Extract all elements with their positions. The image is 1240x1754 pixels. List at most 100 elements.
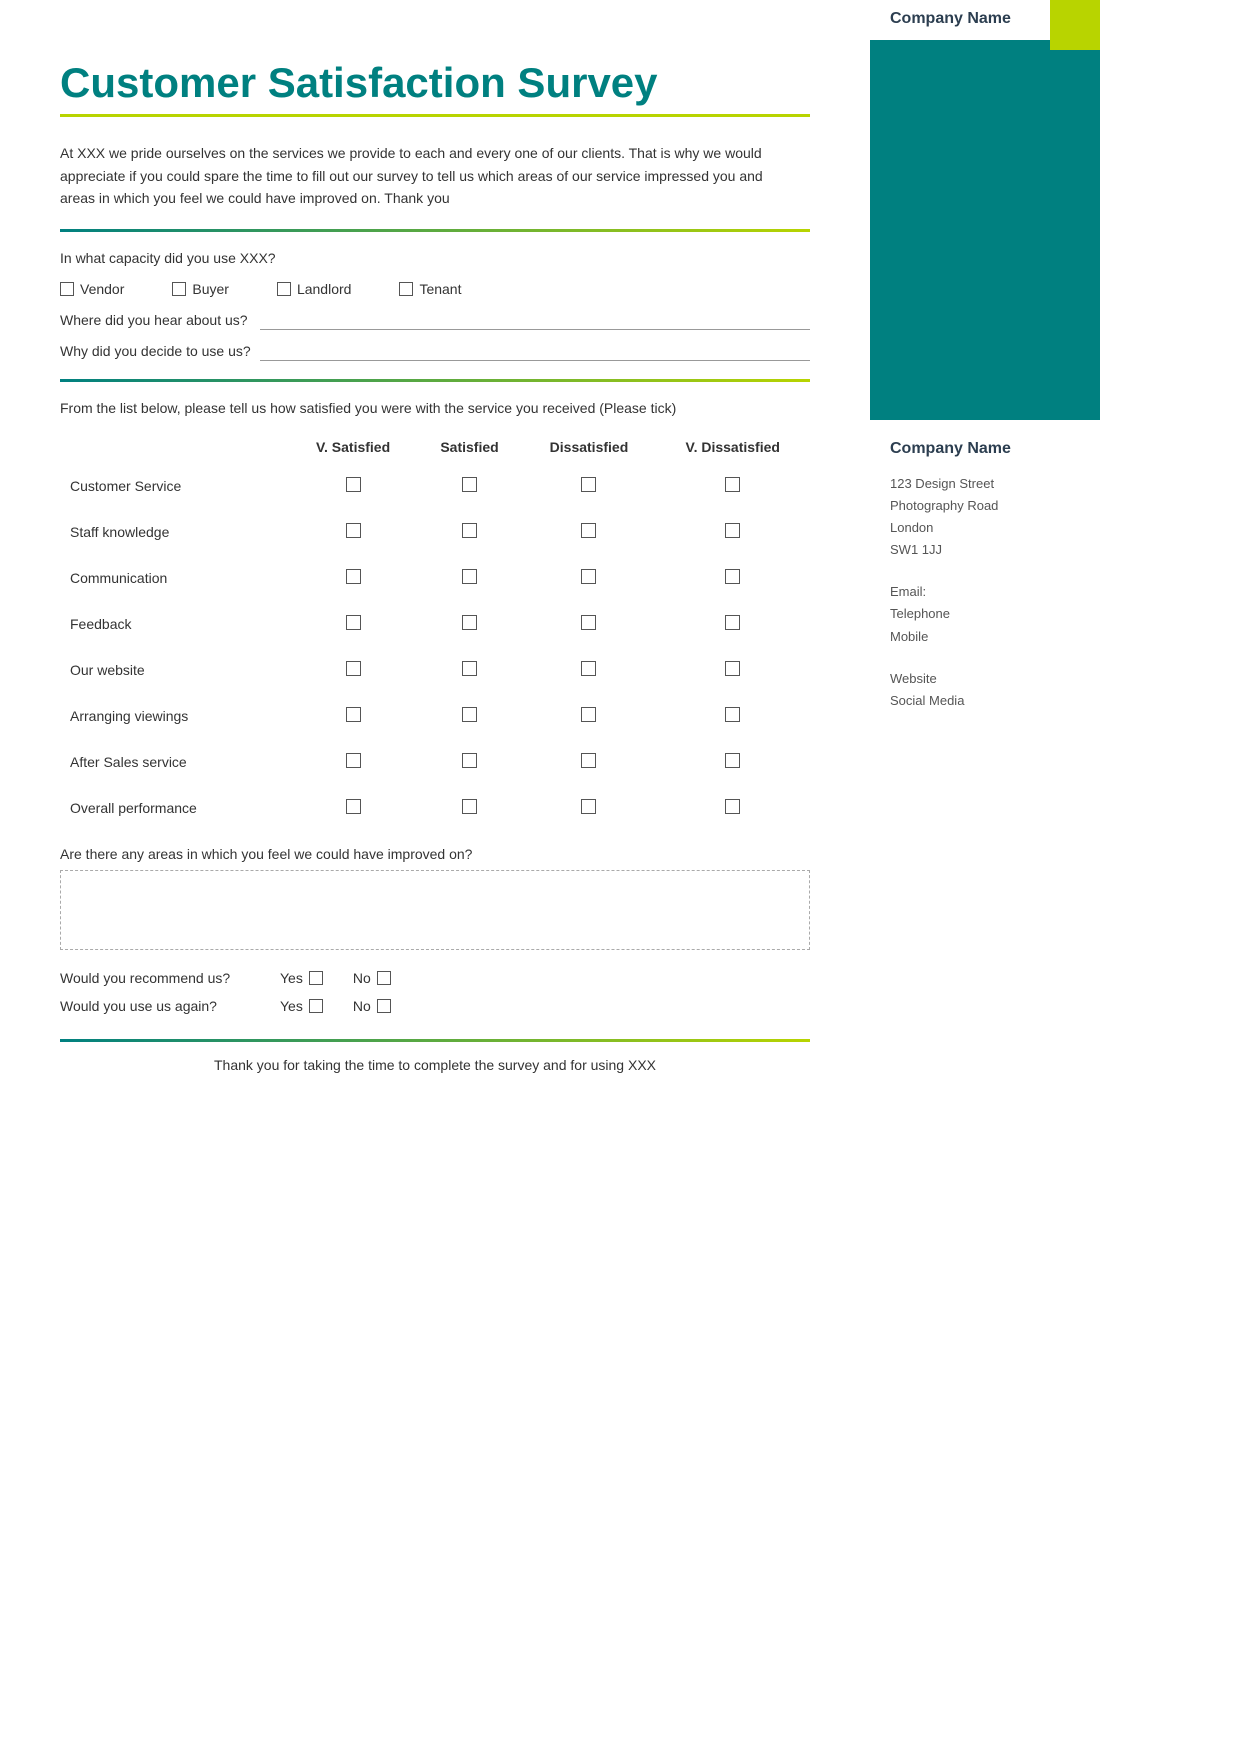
rating-cell-5-1 xyxy=(289,693,416,739)
contact-email: Email: xyxy=(890,581,1080,603)
recommend-yes-checkbox[interactable] xyxy=(309,971,323,985)
use-again-yes-item: Yes xyxy=(280,998,323,1014)
sidebar-company-name-top: Company Name xyxy=(890,10,1011,28)
rating-checkbox-4-1[interactable] xyxy=(346,661,361,676)
sidebar-top: Company Name xyxy=(870,0,1100,420)
rating-row: Customer Service xyxy=(60,463,810,509)
recommend-no-checkbox[interactable] xyxy=(377,971,391,985)
recommend-yes-item: Yes xyxy=(280,970,323,986)
contact-telephone: Telephone xyxy=(890,603,1080,625)
intro-text: At XXX we pride ourselves on the service… xyxy=(60,142,790,209)
rating-cell-0-1 xyxy=(289,463,416,509)
rating-checkbox-4-4[interactable] xyxy=(725,661,740,676)
rating-checkbox-5-1[interactable] xyxy=(346,707,361,722)
rating-checkbox-0-3[interactable] xyxy=(581,477,596,492)
rating-cell-1-4 xyxy=(656,509,811,555)
rating-cell-1-2 xyxy=(417,509,523,555)
improvement-question: Are there any areas in which you feel we… xyxy=(60,846,810,862)
sidebar-bottom: Company Name 123 Design Street Photograp… xyxy=(870,420,1100,732)
rating-checkbox-1-4[interactable] xyxy=(725,523,740,538)
rating-cell-0-4 xyxy=(656,463,811,509)
rating-cell-7-2 xyxy=(417,785,523,831)
rating-cell-5-2 xyxy=(417,693,523,739)
rating-cell-1-3 xyxy=(522,509,655,555)
rating-cell-1-1 xyxy=(289,509,416,555)
landlord-checkbox[interactable] xyxy=(277,282,291,296)
rating-checkbox-2-3[interactable] xyxy=(581,569,596,584)
rating-checkbox-5-2[interactable] xyxy=(462,707,477,722)
rating-checkbox-3-3[interactable] xyxy=(581,615,596,630)
address-line3: London xyxy=(890,517,1080,539)
rating-checkbox-7-1[interactable] xyxy=(346,799,361,814)
main-content: Customer Satisfaction Survey At XXX we p… xyxy=(0,0,870,1754)
rating-cell-6-1 xyxy=(289,739,416,785)
rating-row-label: Overall performance xyxy=(60,785,289,831)
rating-checkbox-6-2[interactable] xyxy=(462,753,477,768)
rating-table: V. Satisfied Satisfied Dissatisfied V. D… xyxy=(60,431,810,831)
rating-row: Feedback xyxy=(60,601,810,647)
rating-row: Staff knowledge xyxy=(60,509,810,555)
rating-checkbox-0-2[interactable] xyxy=(462,477,477,492)
rating-row-label: Our website xyxy=(60,647,289,693)
rating-cell-4-3 xyxy=(522,647,655,693)
use-again-no-label: No xyxy=(353,998,371,1014)
rating-cell-7-3 xyxy=(522,785,655,831)
rating-cell-3-4 xyxy=(656,601,811,647)
address-line1: 123 Design Street xyxy=(890,473,1080,495)
recommend-row: Would you recommend us? Yes No xyxy=(60,970,810,986)
use-again-yes-checkbox[interactable] xyxy=(309,999,323,1013)
rating-cell-5-3 xyxy=(522,693,655,739)
rating-checkbox-4-2[interactable] xyxy=(462,661,477,676)
hear-row: Where did you hear about us? xyxy=(60,309,810,330)
rating-checkbox-1-1[interactable] xyxy=(346,523,361,538)
sidebar-contact: Email: Telephone Mobile xyxy=(890,581,1080,647)
rating-checkbox-5-4[interactable] xyxy=(725,707,740,722)
decide-input[interactable] xyxy=(260,340,810,361)
rating-checkbox-0-4[interactable] xyxy=(725,477,740,492)
recommend-no-item: No xyxy=(353,970,391,986)
rating-cell-3-1 xyxy=(289,601,416,647)
capacity-question: In what capacity did you use XXX? xyxy=(60,250,810,266)
buyer-checkbox[interactable] xyxy=(172,282,186,296)
rating-cell-3-3 xyxy=(522,601,655,647)
rating-checkbox-7-2[interactable] xyxy=(462,799,477,814)
rating-row: Communication xyxy=(60,555,810,601)
rating-checkbox-2-1[interactable] xyxy=(346,569,361,584)
footer-divider xyxy=(60,1039,810,1042)
rating-row-label: Feedback xyxy=(60,601,289,647)
rating-cell-2-3 xyxy=(522,555,655,601)
sidebar-web: Website Social Media xyxy=(890,668,1080,712)
rating-checkbox-5-3[interactable] xyxy=(581,707,596,722)
rating-cell-2-1 xyxy=(289,555,416,601)
decide-row: Why did you decide to use us? xyxy=(60,340,810,361)
hear-label: Where did you hear about us? xyxy=(60,312,260,328)
rating-row: Our website xyxy=(60,647,810,693)
improvement-textarea[interactable] xyxy=(60,870,810,950)
rating-checkbox-3-4[interactable] xyxy=(725,615,740,630)
rating-row-label: Customer Service xyxy=(60,463,289,509)
tenant-checkbox[interactable] xyxy=(399,282,413,296)
hear-input[interactable] xyxy=(260,309,810,330)
rating-checkbox-6-4[interactable] xyxy=(725,753,740,768)
rating-row-label: Staff knowledge xyxy=(60,509,289,555)
page-wrapper: Customer Satisfaction Survey At XXX we p… xyxy=(0,0,1240,1754)
rating-checkbox-3-2[interactable] xyxy=(462,615,477,630)
rating-checkbox-1-2[interactable] xyxy=(462,523,477,538)
rating-checkbox-6-3[interactable] xyxy=(581,753,596,768)
rating-checkbox-4-3[interactable] xyxy=(581,661,596,676)
landlord-item: Landlord xyxy=(277,281,352,297)
rating-row-label: After Sales service xyxy=(60,739,289,785)
rating-checkbox-0-1[interactable] xyxy=(346,477,361,492)
vendor-checkbox[interactable] xyxy=(60,282,74,296)
rating-checkbox-2-4[interactable] xyxy=(725,569,740,584)
rating-checkbox-1-3[interactable] xyxy=(581,523,596,538)
rating-cell-4-1 xyxy=(289,647,416,693)
use-again-no-checkbox[interactable] xyxy=(377,999,391,1013)
rating-row: After Sales service xyxy=(60,739,810,785)
rating-cell-0-3 xyxy=(522,463,655,509)
rating-checkbox-6-1[interactable] xyxy=(346,753,361,768)
rating-checkbox-7-3[interactable] xyxy=(581,799,596,814)
rating-checkbox-7-4[interactable] xyxy=(725,799,740,814)
rating-checkbox-2-2[interactable] xyxy=(462,569,477,584)
rating-checkbox-3-1[interactable] xyxy=(346,615,361,630)
